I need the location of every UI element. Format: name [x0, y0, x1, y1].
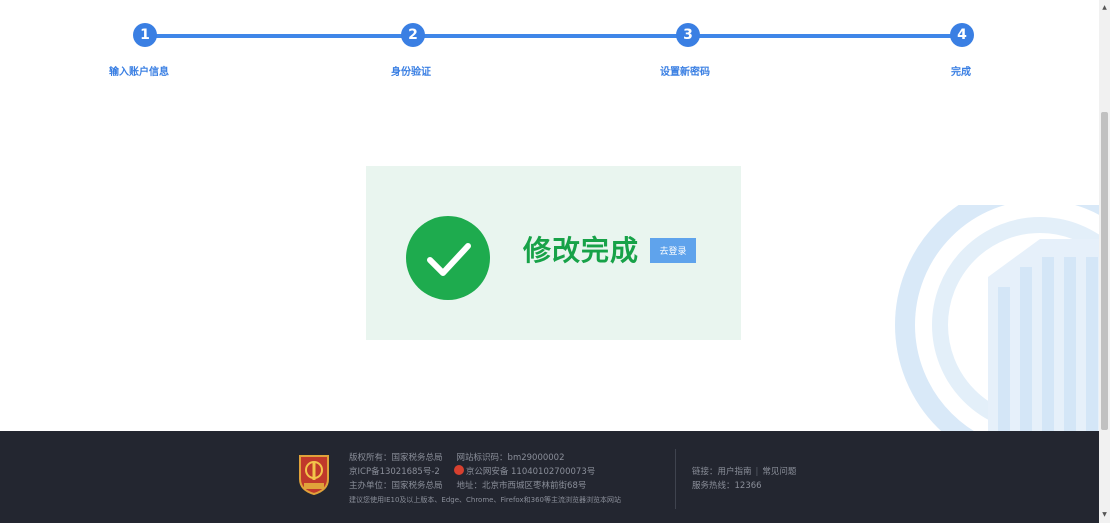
- hotline-label: 服务热线：: [692, 481, 735, 491]
- copyright-value: 国家税务总局: [391, 453, 443, 463]
- vertical-scrollbar[interactable]: ▲ ▼: [1099, 0, 1110, 523]
- site-footer: 版权所有：国家税务总局 网站标识码：bm29000002 京ICP备1302168…: [0, 431, 1099, 523]
- step-connector: [415, 34, 685, 38]
- site-id-label: 网站标识码：: [456, 453, 508, 463]
- tax-emblem-icon: [297, 453, 331, 496]
- step-connector: [145, 34, 411, 38]
- sponsor-value: 国家税务总局: [391, 481, 443, 491]
- faq-link[interactable]: 常见问题: [762, 467, 796, 477]
- address-value: 北京市西城区枣林前街68号: [482, 481, 587, 491]
- progress-stepper: 1 2 3 4 输入账户信息 身份验证 设置新密码 完成: [0, 0, 1100, 110]
- step-connector: [690, 34, 960, 38]
- check-icon: [406, 216, 490, 300]
- step-4-label: 完成: [951, 67, 971, 78]
- icp-record-link[interactable]: 京ICP备13021685号-2: [349, 467, 440, 477]
- hotline-value: 12366: [734, 481, 762, 491]
- scroll-down-arrow-icon[interactable]: ▼: [1099, 509, 1110, 521]
- step-4-number: 4: [950, 23, 974, 47]
- footer-divider: [675, 449, 676, 509]
- footer-links: 链接：用户指南 | 常见问题 服务热线：12366: [692, 467, 797, 491]
- scroll-thumb[interactable]: [1101, 112, 1108, 430]
- success-message: 修改完成: [523, 234, 640, 267]
- user-guide-link[interactable]: 用户指南: [718, 467, 752, 477]
- step-1-label: 输入账户信息: [109, 67, 169, 78]
- copyright-label: 版权所有：: [349, 453, 392, 463]
- footer-info: 版权所有：国家税务总局 网站标识码：bm29000002 京ICP备1302168…: [349, 451, 621, 507]
- step-1-number: 1: [133, 23, 157, 47]
- address-label: 地址：: [456, 481, 483, 491]
- step-3-number: 3: [676, 23, 700, 47]
- tax-watermark-icon: [890, 180, 1110, 470]
- step-3-label: 设置新密码: [660, 67, 710, 78]
- police-record-link[interactable]: 京公网安备 11040102700073号: [466, 467, 595, 477]
- step-2-label: 身份验证: [391, 67, 431, 78]
- scroll-up-arrow-icon[interactable]: ▲: [1099, 2, 1110, 14]
- go-login-button[interactable]: 去登录: [650, 238, 696, 263]
- sponsor-label: 主办单位：: [349, 481, 392, 491]
- police-badge-icon: [453, 465, 464, 475]
- step-2-number: 2: [401, 23, 425, 47]
- browser-note: 建议您使用IE10及以上版本、Edge、Chrome、Firefox和360等主…: [349, 496, 621, 504]
- success-panel: 修改完成 去登录: [366, 166, 741, 340]
- links-label: 链接：: [692, 467, 718, 477]
- site-id-value: bm29000002: [507, 453, 565, 463]
